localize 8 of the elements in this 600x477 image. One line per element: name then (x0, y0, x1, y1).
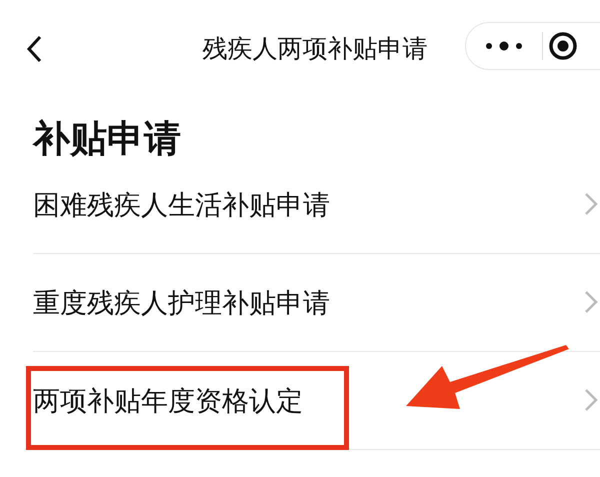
target-icon (548, 31, 578, 61)
section-heading: 补贴申请 (31, 116, 182, 156)
more-icon (485, 41, 523, 51)
chevron-icon (584, 388, 598, 412)
chevron-icon (584, 290, 598, 314)
menu-item[interactable]: 困难残疾人生活补贴申请 (33, 156, 600, 254)
chevron-icon (584, 192, 598, 216)
page-title: 残疾人两项补贴申请 (202, 32, 428, 64)
